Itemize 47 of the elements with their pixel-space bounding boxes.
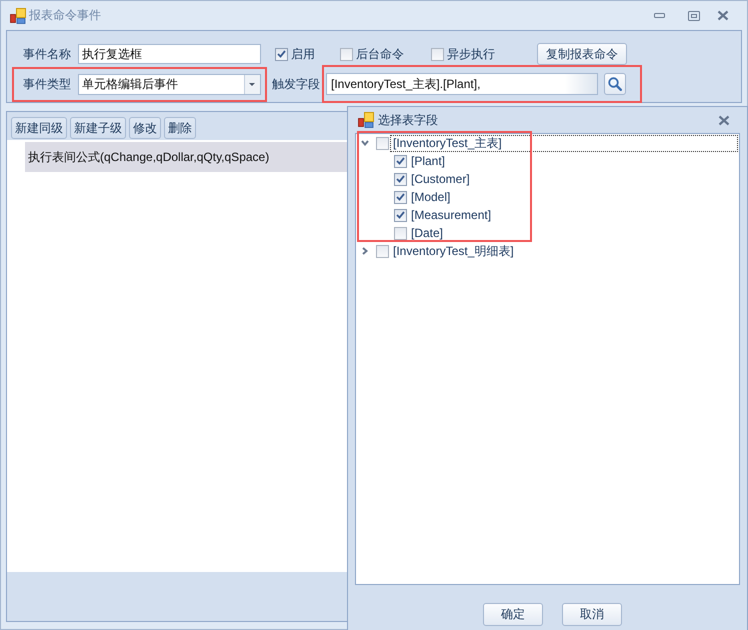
dropdown[interactable]: 单元格编辑后事件 <box>78 74 261 94</box>
command-row[interactable]: 执行表间公式(qChange,qDollar,qQty,qSpace) <box>25 142 347 172</box>
field-label: 触发字段 <box>272 76 320 92</box>
cancel-button[interactable]: 取消 <box>562 603 622 626</box>
checkbox[interactable] <box>340 48 353 60</box>
tree-node-label[interactable]: [Date] <box>408 224 446 242</box>
confirm-button[interactable]: 确定 <box>483 603 543 626</box>
checkbox[interactable] <box>394 208 407 222</box>
tree-node-label[interactable]: [Customer] <box>408 170 473 188</box>
delete-button[interactable]: 删除 <box>164 117 196 139</box>
search-button[interactable] <box>604 73 626 95</box>
dialog-title: 选择表字段 <box>378 112 438 128</box>
checkbox[interactable] <box>275 48 288 60</box>
checkbox[interactable] <box>394 154 407 168</box>
checkbox-label: 异步执行 <box>447 46 495 62</box>
app-icon <box>358 112 374 128</box>
tree-node-label[interactable]: [InventoryTest_主表] <box>390 134 738 152</box>
chevron-right-icon[interactable] <box>362 247 368 255</box>
checkbox[interactable] <box>394 190 407 204</box>
checkbox-label: 启用 <box>291 46 315 62</box>
close-icon[interactable] <box>717 10 729 21</box>
tree-node-label[interactable]: [Model] <box>408 188 454 206</box>
field-label: 事件名称 <box>23 46 72 62</box>
edit-button[interactable]: 修改 <box>129 117 161 139</box>
app-icon <box>10 8 26 24</box>
checkbox-label: 后台命令 <box>356 46 404 62</box>
checkbox[interactable] <box>394 226 407 240</box>
field-label: 事件类型 <box>23 76 72 92</box>
minimize-icon[interactable] <box>654 13 665 18</box>
tree-node-label[interactable]: [Plant] <box>408 152 448 170</box>
text-field[interactable]: [InventoryTest_主表].[Plant], <box>326 73 598 95</box>
caret-down-icon[interactable] <box>244 74 260 94</box>
text-field[interactable]: 执行复选框 <box>78 44 261 64</box>
tree-node-label[interactable]: [InventoryTest_明细表] <box>390 242 517 260</box>
add-sibling-button[interactable]: 新建同级 <box>11 117 67 139</box>
window-title: 报表命令事件 <box>29 7 101 24</box>
add-child-button[interactable]: 新建子级 <box>70 117 126 139</box>
close-icon[interactable] <box>718 114 730 126</box>
checkbox[interactable] <box>376 244 389 258</box>
copy-button[interactable]: 复制报表命令 <box>537 43 627 65</box>
chevron-down-icon[interactable] <box>361 140 369 146</box>
checkbox[interactable] <box>431 48 444 60</box>
maximize-icon[interactable] <box>688 10 700 20</box>
search-icon <box>608 77 622 91</box>
checkbox[interactable] <box>376 136 389 150</box>
tree-node-label[interactable]: [Measurement] <box>408 206 494 224</box>
checkbox[interactable] <box>394 172 407 186</box>
